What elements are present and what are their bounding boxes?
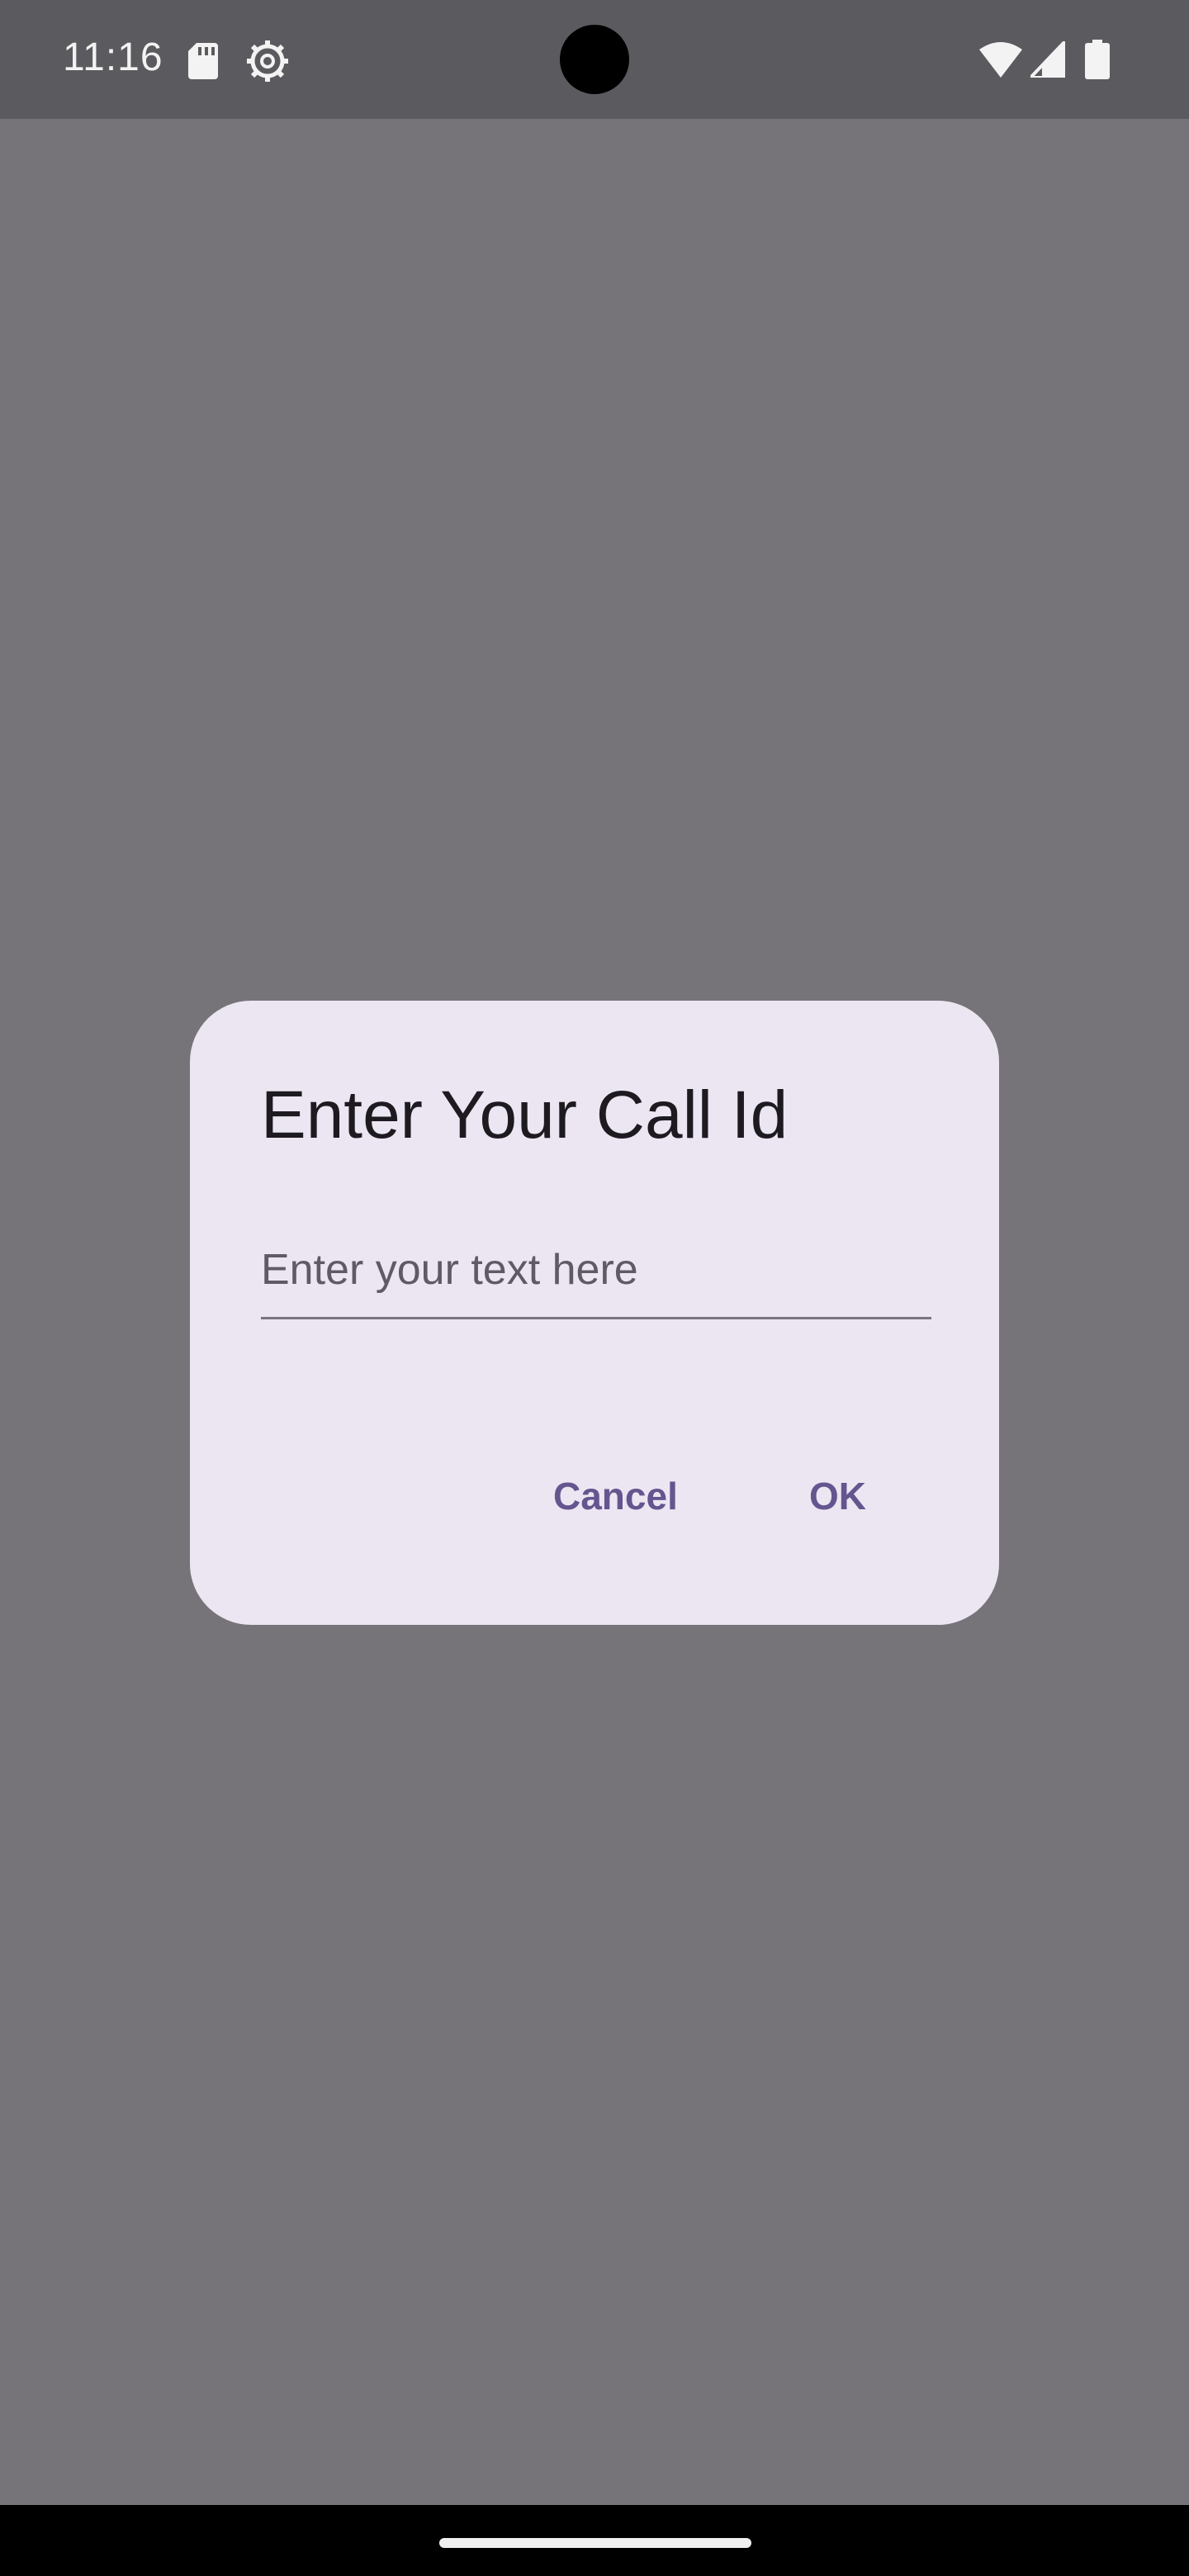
home-gesture-handle[interactable] [439,2538,751,2548]
cell-signal-icon [1030,41,1065,78]
call-id-dialog: Enter Your Call Id Cancel OK [190,1001,999,1625]
camera-cutout [560,25,629,94]
sd-card-icon [188,43,218,79]
status-bar: 11:16 [0,0,1189,119]
ok-button[interactable]: OK [809,1463,866,1529]
dialog-actions: Cancel OK [190,1463,999,1529]
navigation-bar [0,2505,1189,2576]
battery-icon [1085,40,1110,79]
dialog-title: Enter Your Call Id [261,1077,789,1153]
gear-icon [247,40,288,82]
call-id-input[interactable] [261,1240,931,1300]
cancel-button[interactable]: Cancel [553,1463,678,1529]
call-id-field[interactable] [261,1240,931,1319]
wifi-icon [979,42,1022,78]
status-time: 11:16 [63,36,163,79]
